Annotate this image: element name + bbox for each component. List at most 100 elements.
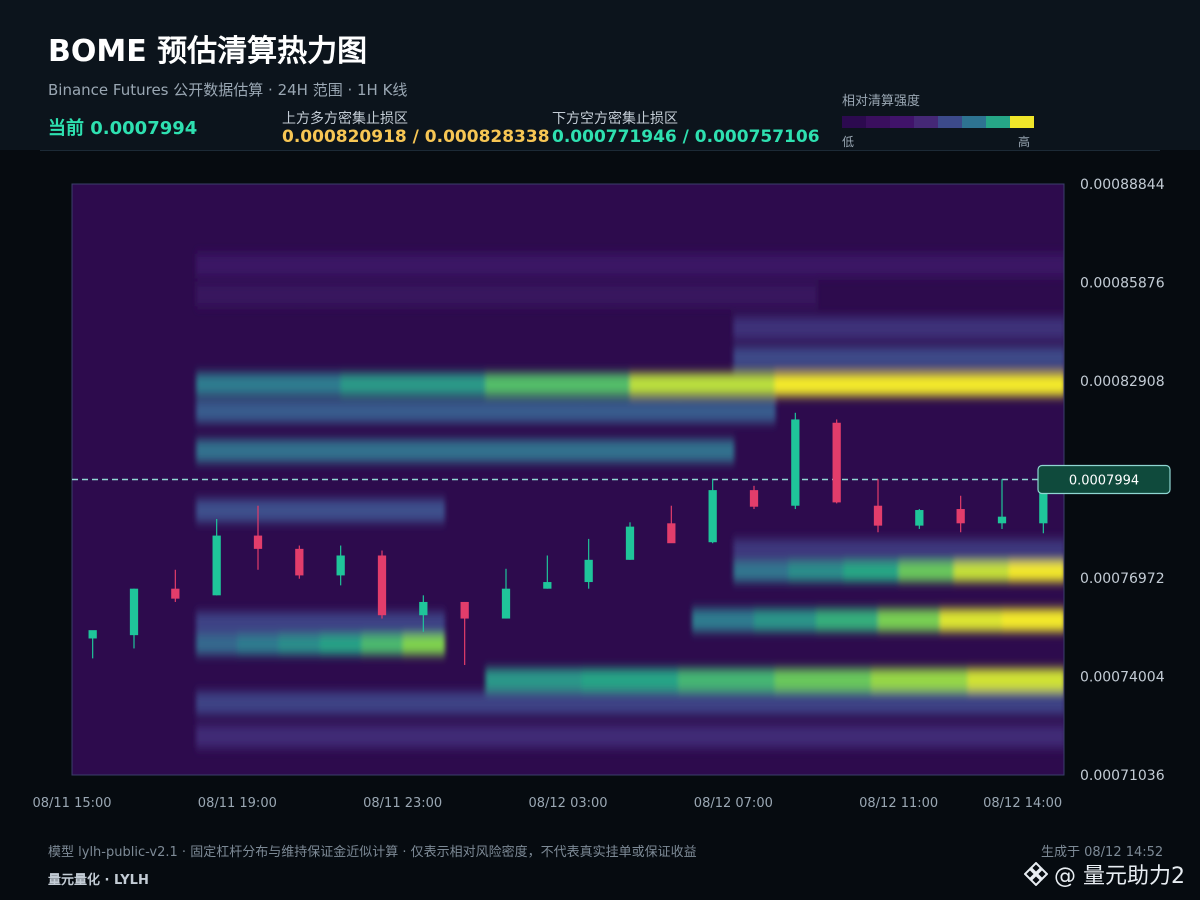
x-axis: 08/11 15:00 08/11 19:00 08/11 23:00 08/12 0…	[32, 796, 1062, 811]
candle-body	[708, 490, 717, 543]
legend-swatch	[842, 116, 866, 128]
x-tick-label: 08/12 14:00	[983, 796, 1062, 811]
candle-body	[667, 523, 676, 544]
legend-swatch	[1010, 116, 1034, 128]
heatmap-band	[816, 608, 879, 632]
heatmap-band	[485, 253, 631, 277]
y-tick-label: 0.00082908	[1080, 374, 1165, 390]
heatmap-band	[237, 632, 280, 655]
legend-swatch	[914, 116, 938, 128]
candle-body	[749, 490, 759, 507]
x-tick-label: 08/12 11:00	[859, 796, 938, 811]
heatmap-band	[485, 399, 583, 423]
heatmap-band	[919, 253, 1064, 277]
heatmap-band	[788, 539, 845, 562]
legend-swatch	[986, 116, 1010, 128]
candle-body	[336, 555, 345, 576]
candle-body	[501, 588, 511, 619]
heatmap-band	[196, 632, 239, 655]
heatmap-band	[733, 559, 790, 582]
heatmap-band	[788, 316, 845, 340]
heatmap-band	[340, 253, 487, 277]
legend-high-label: 高	[1018, 135, 1031, 149]
heatmap-band	[692, 608, 755, 632]
heatmap-band	[196, 691, 342, 715]
heatmap-band	[919, 373, 1064, 396]
heatmap-band	[788, 346, 845, 370]
heatmap-band	[554, 439, 645, 463]
candle-body	[791, 419, 800, 506]
heatmap-band	[388, 399, 487, 423]
candle-body	[460, 601, 469, 619]
heatmap-band	[340, 725, 487, 748]
heatmap-band	[898, 316, 955, 340]
heatmap-band	[196, 399, 294, 423]
heatmap-band	[712, 283, 817, 307]
legend-swatch	[866, 116, 890, 128]
x-tick-label: 08/11 23:00	[363, 796, 442, 811]
heatmap-band	[678, 399, 776, 423]
current-price: 当前 0.0007994	[48, 118, 198, 139]
heatmap-band	[754, 608, 817, 632]
heatmap-band	[898, 559, 955, 582]
candle-body	[915, 510, 924, 526]
heatmap-band	[196, 725, 342, 748]
heatmap-band	[953, 559, 1010, 582]
heatmap-band	[774, 691, 921, 715]
heatmap-band	[340, 373, 487, 396]
heatmap-band	[581, 668, 680, 692]
heatmap-band	[1008, 346, 1064, 370]
heatmap-band	[953, 316, 1010, 340]
heatmap-band	[1008, 316, 1064, 340]
heatmap-band	[609, 283, 714, 307]
heatmap-band	[237, 612, 280, 635]
candle-body	[584, 559, 593, 583]
heatmap-band	[878, 608, 941, 632]
heatmap-band	[774, 668, 873, 692]
heatmap-band	[361, 632, 404, 655]
heatmap-band	[774, 373, 921, 396]
heatmap-band	[278, 612, 321, 635]
heatmap-band	[871, 668, 969, 692]
heatmap-band	[196, 612, 239, 635]
y-tick-label: 0.00085876	[1080, 276, 1165, 292]
heatmap-band	[919, 725, 1064, 748]
x-tick-label: 08/11 15:00	[32, 796, 111, 811]
heatmap-band	[733, 539, 790, 562]
heatmap-band	[196, 499, 239, 523]
upper-zone-label: 上方多方密集止损区	[282, 111, 408, 127]
heatmap-band	[485, 373, 631, 396]
heatmap-band	[196, 373, 342, 396]
heatmap-band	[630, 253, 776, 277]
candle-body	[997, 516, 1007, 524]
heatmap-band	[506, 283, 611, 307]
candle-body	[88, 630, 97, 639]
candle-body	[832, 422, 841, 503]
legend-title: 相对清算强度	[842, 94, 921, 109]
upper-zone-values: 0.000820918 / 0.000828338	[282, 127, 550, 147]
candle-body	[625, 526, 635, 560]
heatmap-band	[196, 253, 342, 277]
heatmap-band	[774, 253, 921, 277]
heatmap-band	[485, 668, 583, 692]
heatmap-band	[581, 399, 680, 423]
heatmap-band	[278, 499, 321, 523]
heatmap-band	[843, 559, 900, 582]
heatmap-band	[953, 539, 1010, 562]
heatmap-band	[292, 399, 390, 423]
heatmap-band	[630, 725, 776, 748]
heatmap-band	[196, 283, 301, 307]
heatmap-band	[361, 499, 404, 523]
heatmap-band	[485, 691, 631, 715]
legend-swatch	[938, 116, 962, 128]
heatmap-band	[402, 283, 507, 307]
heatmap-band	[643, 439, 735, 463]
candle-body	[253, 535, 263, 549]
heatmap-band	[967, 668, 1064, 692]
heatmap-band	[898, 539, 955, 562]
heatmap-band	[278, 632, 321, 655]
current-price-badge: 0.0007994	[1037, 464, 1171, 495]
candle-body	[419, 601, 428, 616]
heatmap-band	[940, 608, 1003, 632]
heatmap-band	[733, 316, 790, 340]
